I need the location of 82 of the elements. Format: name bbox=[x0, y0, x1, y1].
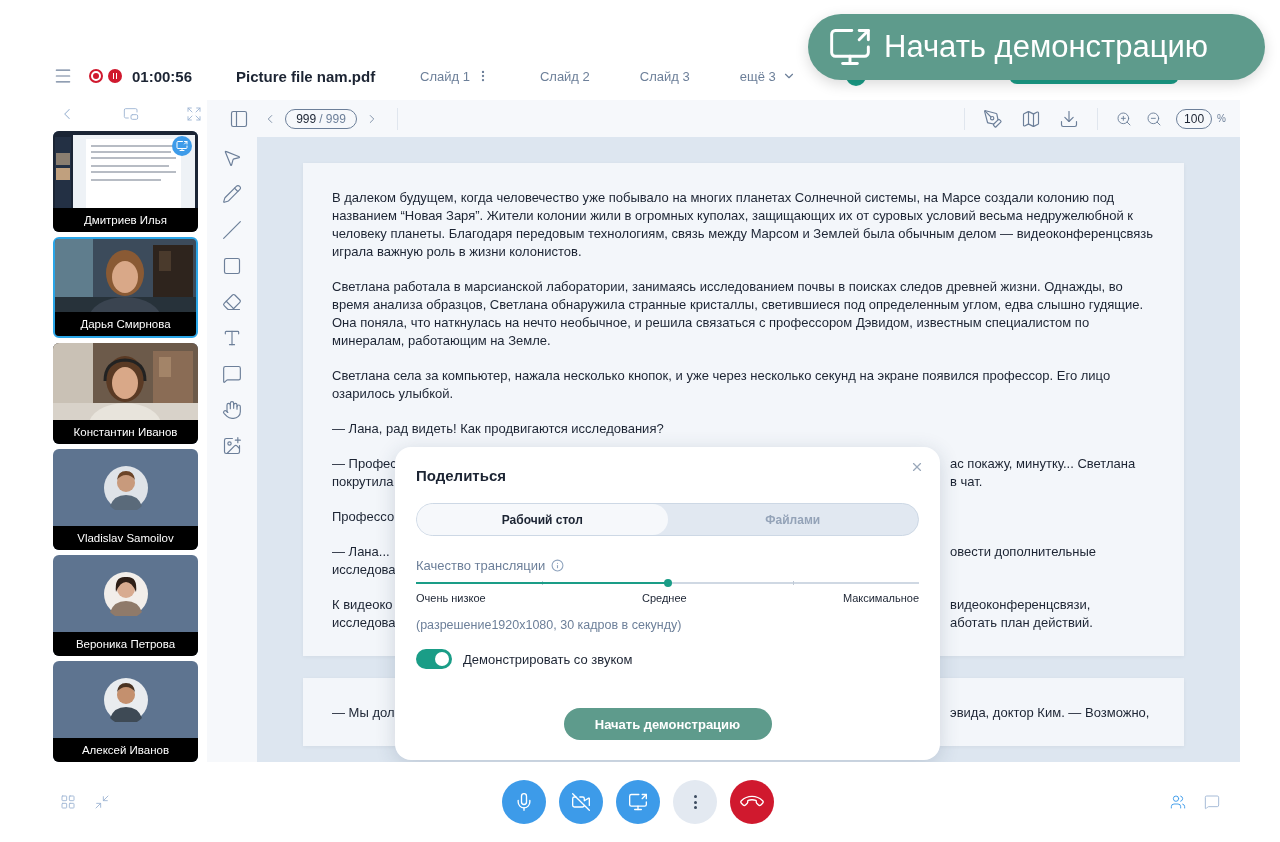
hang-up-button[interactable] bbox=[730, 780, 774, 824]
camera-off-icon bbox=[571, 792, 591, 812]
sidebar-icon[interactable] bbox=[229, 108, 249, 129]
grid-icon[interactable] bbox=[60, 794, 76, 810]
text-icon[interactable] bbox=[222, 328, 242, 348]
participant-tile[interactable]: Вероника Петрова bbox=[53, 555, 198, 656]
paragraph: В далеком будущем, когда человечество уже побывало на многих планетах Солнечной системы, на Марсе создали колонию под названием “Новая Заря”. Жители колонии жили в огромных куполах, защищающих их от суровых условий весьма недружелюбной к человеку планеты. Благодаря передовым технологиям, связь между Марсом и Землей была обычным делом — видеоконференцсвязь играла важную роль в жизни колонистов. bbox=[332, 189, 1155, 261]
file-name: Picture file nam.pdf bbox=[236, 67, 377, 85]
pen-tool-icon[interactable] bbox=[983, 108, 1004, 129]
quality-mark: Среднее bbox=[641, 592, 687, 604]
quality-mark: Максимальное bbox=[842, 592, 919, 604]
participant-name: Вероника Петрова bbox=[53, 632, 198, 656]
slide-tab[interactable]: Слайд 1 bbox=[420, 68, 490, 84]
paragraph: Светлана работала в марсианской лаборатории, занимаясь исследованием почвы в поисках следов древней жизни. Однажды, во время анализа образцов, Светлана обнаружила странные кристаллы, светившиеся под определенным углом, едва слышно гудящие. Она поняла, что наткнулась на нечто необычное, и решила связаться с профессором Дэвидом, известным специалистом по минералам, работающим на Земле. bbox=[332, 278, 1145, 350]
participants-icon[interactable] bbox=[1170, 794, 1186, 810]
participant-name: Дарья Смирнова bbox=[55, 312, 196, 336]
text-fragment: овести дополнительные bbox=[950, 543, 1097, 561]
eraser-icon[interactable] bbox=[222, 292, 242, 312]
screen-share-button[interactable] bbox=[616, 780, 660, 824]
text-fragment: — Профес bbox=[332, 455, 397, 473]
text-fragment: покрутила bbox=[332, 473, 394, 491]
zoom-in-icon[interactable] bbox=[1116, 110, 1133, 127]
screen-share-icon bbox=[628, 792, 648, 812]
chat-icon[interactable] bbox=[1204, 794, 1220, 810]
square-icon[interactable] bbox=[222, 256, 242, 276]
collapse-icon[interactable] bbox=[94, 794, 110, 810]
participant-tile[interactable]: Константин Иванов bbox=[53, 343, 198, 444]
quality-detail: (разрешение1920x1080, 30 кадров в секунду) bbox=[416, 618, 683, 632]
more-slides-tab[interactable]: ещё 3 bbox=[739, 68, 796, 84]
text-fragment: — Мы дол bbox=[332, 704, 395, 722]
participant-tile[interactable]: Дарья Смирнова bbox=[53, 237, 198, 338]
participant-name: Алексей Иванов bbox=[53, 738, 198, 762]
participant-name: Дмитриев Илья bbox=[53, 208, 198, 232]
text-fragment: исследова bbox=[332, 614, 396, 632]
pip-icon[interactable] bbox=[123, 105, 139, 122]
recording-timer: 01:00:56 bbox=[132, 67, 194, 85]
map-icon[interactable] bbox=[1021, 108, 1042, 129]
quality-mark: Очень низкое bbox=[416, 592, 486, 604]
download-icon[interactable] bbox=[1059, 108, 1080, 129]
text-fragment: эвида, доктор Ким. — Возможно, bbox=[950, 704, 1150, 722]
participant-name: Константин Иванов bbox=[53, 420, 198, 444]
participant-tile[interactable]: Дмитриев Илья bbox=[53, 131, 198, 232]
record-icon bbox=[89, 69, 103, 83]
participant-tile[interactable]: Алексей Иванов bbox=[53, 661, 198, 762]
avatar bbox=[103, 677, 148, 722]
text-fragment: Профессо bbox=[332, 508, 395, 526]
avatar bbox=[103, 465, 148, 510]
sound-label: Демонстрировать со звуком bbox=[463, 651, 633, 667]
dialog-title: Поделиться bbox=[416, 467, 508, 484]
slide-tab[interactable]: Слайд 2 bbox=[539, 68, 590, 84]
text-fragment: видеоконференцсвязи, bbox=[950, 596, 1091, 614]
paragraph: — Лана, рад видеть! Как продвигаются исследования? bbox=[332, 420, 665, 438]
info-icon[interactable] bbox=[551, 559, 565, 572]
text-fragment: в чат. bbox=[950, 473, 983, 491]
text-fragment: исследова bbox=[332, 561, 396, 579]
pencil-icon[interactable] bbox=[222, 184, 242, 204]
image-add-icon[interactable] bbox=[222, 436, 242, 456]
participant-tile[interactable]: Vladislav Samoilov bbox=[53, 449, 198, 550]
sound-toggle[interactable] bbox=[416, 649, 452, 669]
camera-off-button[interactable] bbox=[559, 780, 603, 824]
pause-icon[interactable] bbox=[108, 69, 122, 83]
slider-thumb[interactable] bbox=[663, 579, 672, 587]
slide-tab[interactable]: Слайд 3 bbox=[639, 68, 690, 84]
more-icon bbox=[693, 795, 697, 809]
line-icon[interactable] bbox=[222, 220, 242, 240]
paragraph: Светлана села за компьютер, нажала несколько кнопок, и уже через несколько секунд на экране появился профессор. Его лицо озарилось улыбкой. bbox=[332, 367, 1112, 403]
expand-icon[interactable] bbox=[186, 105, 202, 122]
text-fragment: — Лана... bbox=[332, 543, 390, 561]
text-fragment: ас покажу, минутку... Светлана bbox=[950, 455, 1136, 473]
text-fragment: К видеоко bbox=[332, 596, 393, 614]
zoom-unit: % bbox=[1217, 113, 1226, 124]
zoom-out-icon[interactable] bbox=[1146, 110, 1163, 127]
text-fragment: аботать план действий. bbox=[950, 614, 1093, 632]
share-tab[interactable]: Рабочий стол bbox=[417, 504, 668, 535]
cursor-icon[interactable] bbox=[222, 148, 242, 168]
quality-label: Качество трансляции bbox=[416, 558, 546, 573]
microphone-button[interactable] bbox=[502, 780, 546, 824]
hand-icon[interactable] bbox=[222, 400, 242, 420]
close-icon[interactable] bbox=[910, 460, 924, 474]
avatar bbox=[103, 571, 148, 616]
comment-icon[interactable] bbox=[222, 364, 242, 384]
participant-name: Vladislav Samoilov bbox=[53, 526, 198, 550]
